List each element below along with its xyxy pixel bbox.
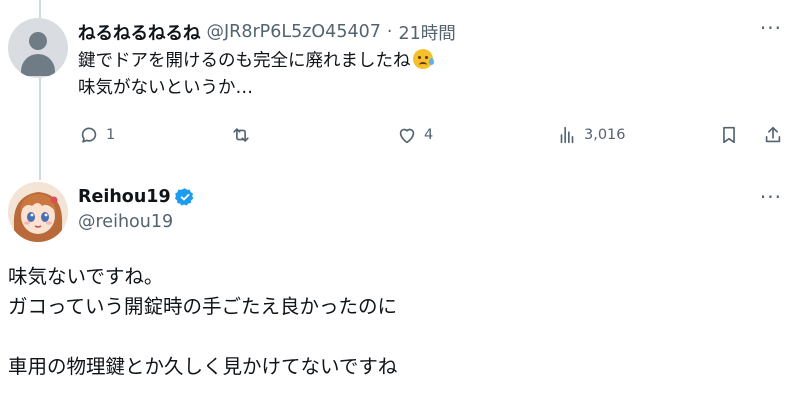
sad-tear-emoji-icon — [412, 49, 434, 69]
more-dots-icon: ··· — [759, 16, 782, 40]
tweet-text: 鍵でドアを開けるのも完全に廃れましたね 味気がないというか… — [78, 48, 800, 102]
reply-button[interactable]: 1 — [78, 120, 115, 150]
avatar-body-shape — [21, 54, 55, 76]
reply-bubble-icon — [81, 127, 97, 143]
tweet-action-bar: 1 4 3,016 — [78, 120, 800, 150]
like-button[interactable]: 4 — [396, 120, 433, 150]
reply-author-name[interactable]: Reihou19 — [78, 187, 171, 207]
reply-text-blank-line — [8, 322, 397, 352]
repost-icon — [233, 128, 249, 142]
reply-text: 味気ないですね。 ガコっていう開錠時の手ごたえ良かったのに 車用の物理鍵とか久し… — [8, 262, 397, 382]
reply-more-options-button[interactable]: ··· — [760, 185, 782, 209]
heart-icon — [399, 128, 415, 144]
repost-button[interactable] — [230, 120, 258, 150]
view-count: 3,016 — [584, 127, 626, 143]
reply-author-handle[interactable]: @reihou19 — [78, 212, 173, 232]
reply-header: Reihou19 — [78, 185, 195, 209]
views-bar-icon — [560, 126, 574, 144]
thread-connector-line — [39, 78, 41, 180]
tweet-author-handle[interactable]: @JR8rP6L5zO45407 — [207, 22, 381, 42]
anime-girl-avatar-image — [8, 182, 68, 242]
reply-text-line: 車用の物理鍵とか久しく見かけてないですね — [8, 355, 398, 378]
reply-count: 1 — [106, 127, 116, 143]
meta-separator: · — [386, 22, 393, 42]
more-dots-icon: ··· — [759, 185, 782, 209]
tweet[interactable]: ねるねるねるね @JR8rP6L5zO45407 · 21時間 ··· 鍵でドア… — [78, 18, 800, 102]
reply-text-line: 味気ないですね。 — [8, 265, 164, 288]
tweet-time[interactable]: 21時間 — [398, 20, 455, 45]
more-options-button[interactable]: ··· — [760, 18, 782, 38]
share-icon — [765, 126, 781, 143]
avatar-head-shape — [29, 32, 47, 50]
default-avatar[interactable] — [8, 18, 68, 78]
reihou19-avatar[interactable] — [8, 182, 68, 242]
bookmark-button[interactable] — [718, 120, 740, 150]
verified-badge-icon — [174, 188, 193, 206]
tweet-author-name[interactable]: ねるねるねるね — [78, 20, 201, 45]
like-count: 4 — [424, 127, 434, 143]
reply-text-line: ガコっていう開錠時の手ごたえ良かったのに — [8, 295, 398, 318]
tweet-text-line: 鍵でドアを開けるのも完全に廃れましたね — [78, 48, 800, 75]
share-button[interactable] — [762, 120, 784, 150]
views-button[interactable]: 3,016 — [556, 120, 626, 150]
thread-line-top — [39, 0, 41, 18]
tweet-header: ねるねるねるね @JR8rP6L5zO45407 · 21時間 — [78, 18, 800, 46]
bookmark-icon — [723, 126, 735, 144]
tweet-text-line: 味気がないというか… — [78, 78, 253, 98]
